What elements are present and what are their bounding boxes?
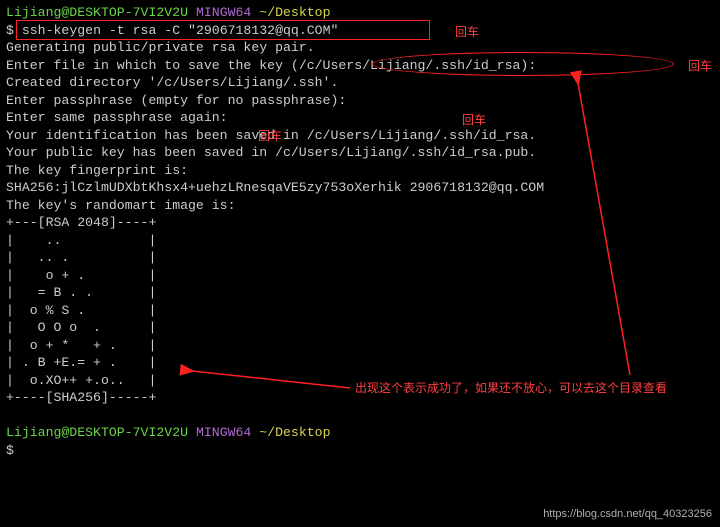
randomart-row: | o + * + . | [6, 337, 714, 355]
randomart-row: | . B +E.= + . | [6, 354, 714, 372]
randomart-row: | = B . . | [6, 284, 714, 302]
output-fingerprint-label: The key fingerprint is: [6, 162, 714, 180]
randomart-row: | o + . | [6, 267, 714, 285]
blank-line [6, 407, 714, 425]
randomart-row: +---[RSA 2048]----+ [6, 214, 714, 232]
prompt-path: ~/Desktop [259, 425, 330, 440]
keyfile-path: /c/Users/Lijiang/.ssh/id_rsa [299, 58, 521, 73]
prompt-env: MINGW64 [196, 425, 251, 440]
output-created-dir: Created directory '/c/Users/Lijiang/.ssh… [6, 74, 714, 92]
prompt-user: Lijiang@DESKTOP-7VI2V2U [6, 5, 188, 20]
randomart-row: | O O o . | [6, 319, 714, 337]
prompt-path: ~/Desktop [259, 5, 330, 20]
prompt-user: Lijiang@DESKTOP-7VI2V2U [6, 425, 188, 440]
annotation-enter: 回车 [462, 112, 486, 130]
annotation-enter: 回车 [258, 128, 282, 146]
randomart-row: | .. | [6, 232, 714, 250]
annotation-enter: 回车 [688, 58, 712, 76]
output-passphrase-again: Enter same passphrase again: [6, 109, 714, 127]
prompt-line-1: Lijiang@DESKTOP-7VI2V2U MINGW64 ~/Deskto… [6, 4, 714, 22]
output-id-saved: Your identification has been saved in /c… [6, 127, 714, 145]
output-enter-file: Enter file in which to save the key (/c/… [6, 57, 714, 75]
output-randomart-label: The key's randomart image is: [6, 197, 714, 215]
prompt-line-2: Lijiang@DESKTOP-7VI2V2U MINGW64 ~/Deskto… [6, 424, 714, 442]
output-fingerprint: SHA256:jlCzlmUDXbtKhsx4+uehzLRnesqaVE5zy… [6, 179, 714, 197]
ssh-keygen-command: ssh-keygen -t rsa -C "2906718132@qq.COM" [22, 23, 339, 38]
prompt-env: MINGW64 [196, 5, 251, 20]
randomart-row: | .. . | [6, 249, 714, 267]
output-generating: Generating public/private rsa key pair. [6, 39, 714, 57]
randomart-row: | o % S . | [6, 302, 714, 320]
annotation-enter: 回车 [455, 24, 479, 42]
annotation-success: 出现这个表示成功了，如果还不放心，可以去这个目录查看 [355, 380, 667, 398]
empty-prompt[interactable]: $ [6, 442, 714, 460]
prompt-symbol: $ [6, 23, 14, 38]
watermark: https://blog.csdn.net/qq_40323256 [543, 506, 712, 524]
output-pub-saved: Your public key has been saved in /c/Use… [6, 144, 714, 162]
output-passphrase: Enter passphrase (empty for no passphras… [6, 92, 714, 110]
command-line[interactable]: $ ssh-keygen -t rsa -C "2906718132@qq.CO… [6, 22, 714, 40]
